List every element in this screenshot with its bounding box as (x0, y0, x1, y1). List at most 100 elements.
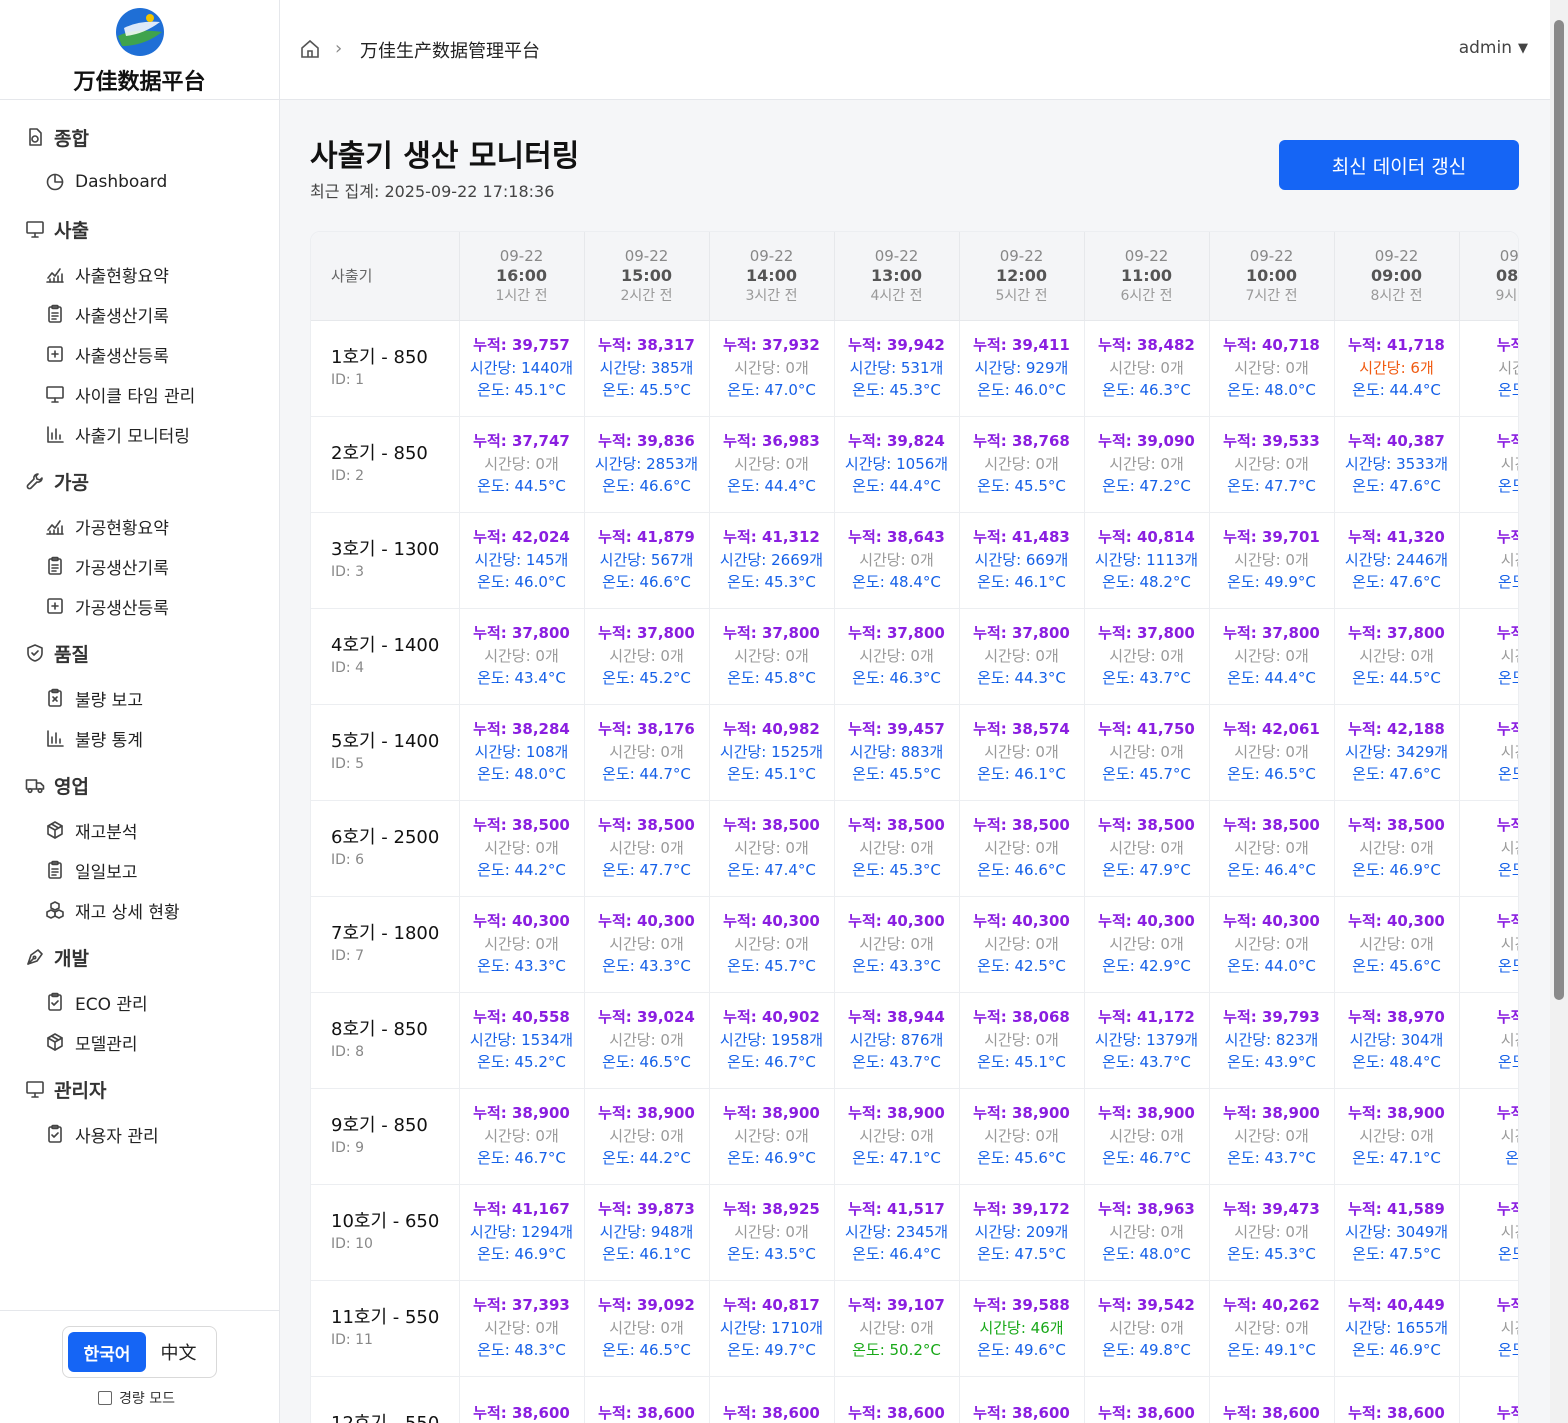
temperature: 온도: 4 (1498, 477, 1518, 496)
scrollbar-thumb[interactable] (1554, 20, 1564, 1000)
sidebar-nav-item[interactable]: 재고 상세 현황 (0, 890, 279, 930)
cumulative-count: 누적: 41,483 (973, 528, 1070, 547)
language-area: 한국어 中文 경량 모드 (0, 1310, 279, 1423)
machine-name: 11호기 - 550 (331, 1307, 440, 1328)
temperature: 온도: 43.9°C (1227, 1053, 1316, 1072)
nav-group-header[interactable]: 사출 (0, 214, 279, 244)
clipboard-icon (45, 304, 65, 324)
hourly-rate: 시간당: 0개 (984, 1126, 1059, 1145)
sidebar-nav-item[interactable]: 사출현황요약 (0, 254, 279, 294)
cumulative-count: 누적: 38,900 (973, 1104, 1070, 1123)
language-chinese-button[interactable]: 中文 (146, 1332, 211, 1372)
header-time: 14:00 (746, 265, 797, 285)
sidebar-nav-item[interactable]: 가공현황요약 (0, 506, 279, 546)
temperature: 온도: (1505, 1149, 1519, 1168)
temperature: 온도: 46.6°C (602, 573, 691, 592)
hourly-rate: 시간당: 2853개 (594, 454, 699, 473)
machine-name: 5호기 - 1400 (331, 731, 440, 752)
machine-cell: 11호기 - 550 ID: 11 (311, 1280, 460, 1377)
hourly-rate: 시간당: 823개 (1224, 1030, 1319, 1049)
hour-data-cell: 누적: 38,925 시간당: 0개 온도: 43.5°C (709, 1184, 835, 1281)
nav-group-header[interactable]: 종합 (0, 122, 279, 152)
hour-data-cell: 누적: 37,800 시간당: 0개 온도: 44.4°C (1209, 608, 1335, 705)
hour-data-cell: 누적: 38,500 시간당: 0개 온도: 44.2°C (459, 800, 585, 897)
sidebar-nav-item-label: 재고 상세 현황 (75, 902, 180, 923)
hourly-rate: 시간당: 3533개 (1344, 454, 1449, 473)
sidebar-nav-item[interactable]: 가공생산기록 (0, 546, 279, 586)
cumulative-count: 누적: 38,600 (473, 1403, 570, 1422)
refresh-button[interactable]: 최신 데이터 갱신 (1279, 140, 1519, 190)
nav-group-header[interactable]: 관리자 (0, 1074, 279, 1104)
lite-mode-checkbox[interactable] (98, 1391, 112, 1405)
cumulative-count: 누적: 41,879 (598, 528, 695, 547)
machine-cell: 7호기 - 1800 ID: 7 (311, 896, 460, 993)
cumulative-count: 누적: 38,963 (1098, 1200, 1195, 1219)
hourly-rate: 시간당: 0개 (1234, 1222, 1309, 1241)
sidebar-nav-item[interactable]: Dashboard (0, 162, 279, 202)
temperature: 온도: 46.0°C (477, 573, 566, 592)
boxes-icon (45, 900, 65, 920)
line-chart-icon (45, 516, 65, 536)
temperature: 온도: 47.6°C (1352, 765, 1441, 784)
hour-data-cell: 누적: 39,092 시간당: 0개 온도: 46.5°C (584, 1280, 710, 1377)
cumulative-count: 누적: 38,600 (973, 1403, 1070, 1422)
temperature: 온도: 42.5°C (977, 957, 1066, 976)
line-chart-icon (45, 264, 65, 284)
breadcrumb-title[interactable]: 万佳生产数据管理平台 (360, 37, 540, 63)
temperature: 온도: 46.4°C (1227, 861, 1316, 880)
hourly-rate: 시간당 (1500, 1030, 1518, 1049)
machine-name: 10호기 - 650 (331, 1211, 440, 1232)
vertical-scrollbar[interactable] (1550, 0, 1568, 1423)
sidebar-nav-item[interactable]: 일일보고 (0, 850, 279, 890)
machine-cell: 6호기 - 2500 ID: 6 (311, 800, 460, 897)
home-icon[interactable] (300, 39, 320, 59)
header-date: 09-22 (749, 246, 794, 265)
monitoring-table-card: 사출기 09-22 16:00 1시간 전 09-22 15:00 2시간 전 09-22 14… (310, 231, 1519, 1423)
temperature: 온도: 47.0°C (727, 381, 816, 400)
nav-group-header[interactable]: 가공 (0, 466, 279, 496)
hour-data-cell: 누적: 39,793 시간당: 823개 온도: 43.9°C (1209, 992, 1335, 1089)
sidebar-nav-item[interactable]: 재고분석 (0, 810, 279, 850)
header-ago: 2시간 전 (620, 287, 673, 304)
sidebar-nav-item-label: 사용자 관리 (75, 1126, 159, 1147)
lite-mode-toggle[interactable]: 경량 모드 (98, 1388, 175, 1408)
hourly-rate: 시간당: 0개 (1359, 646, 1434, 665)
language-korean-button[interactable]: 한국어 (68, 1332, 146, 1372)
sidebar-nav-item[interactable]: 사출기 모니터링 (0, 414, 279, 454)
temperature: 온도: 47.7°C (602, 861, 691, 880)
sidebar-nav-item[interactable]: 모델관리 (0, 1022, 279, 1062)
hour-data-cell: 누적: 4 시간당온도: 4 (1459, 896, 1518, 993)
hourly-rate: 시간당: 0개 (1359, 1126, 1434, 1145)
sidebar-nav-item[interactable]: 불량 통계 (0, 718, 279, 758)
sidebar-nav-item[interactable]: 사출생산등록 (0, 334, 279, 374)
cumulative-count: 누적: 41,589 (1348, 1200, 1445, 1219)
hour-data-cell: 누적: 38,600시간당: 0개 (959, 1376, 1085, 1423)
temperature: 온도: 4 (1498, 765, 1518, 784)
sidebar-nav-item[interactable]: 사이클 타임 관리 (0, 374, 279, 414)
nav-group-header[interactable]: 품질 (0, 638, 279, 668)
sidebar-nav-item[interactable]: 가공생산등록 (0, 586, 279, 626)
sidebar-nav-item[interactable]: 사출생산기록 (0, 294, 279, 334)
cumulative-count: 누적: 39,107 (848, 1296, 945, 1315)
machine-name: 4호기 - 1400 (331, 635, 440, 656)
hour-column-header: 09-22 16:00 1시간 전 (459, 232, 585, 321)
sidebar-nav-item[interactable]: ECO 관리 (0, 982, 279, 1022)
user-menu[interactable]: admin ▼ (1459, 38, 1528, 58)
temperature: 온도: 45.3°C (852, 381, 941, 400)
hourly-rate: 시간당 (1500, 646, 1518, 665)
hourly-rate: 시간당: 108개 (474, 742, 569, 761)
hourly-rate: 시간당: 0개 (609, 1126, 684, 1145)
overview-icon (24, 126, 46, 148)
temperature: 온도: 43.3°C (477, 957, 566, 976)
sidebar-nav-item[interactable]: 사용자 관리 (0, 1114, 279, 1154)
cumulative-count: 누적: 38,500 (723, 816, 820, 835)
hour-data-cell: 누적: 40,262 시간당: 0개 온도: 49.1°C (1209, 1280, 1335, 1377)
nav-group-header[interactable]: 개발 (0, 942, 279, 972)
temperature: 온도: 44.4°C (1352, 381, 1441, 400)
sidebar-nav-item[interactable]: 불량 보고 (0, 678, 279, 718)
hour-data-cell: 누적: 41,167 시간당: 1294개 온도: 46.9°C (459, 1184, 585, 1281)
hourly-rate: 시간당: 0개 (1109, 742, 1184, 761)
machine-cell: 3호기 - 1300 ID: 3 (311, 512, 460, 609)
temperature: 온도: 43.7°C (1227, 1149, 1316, 1168)
nav-group-header[interactable]: 영업 (0, 770, 279, 800)
